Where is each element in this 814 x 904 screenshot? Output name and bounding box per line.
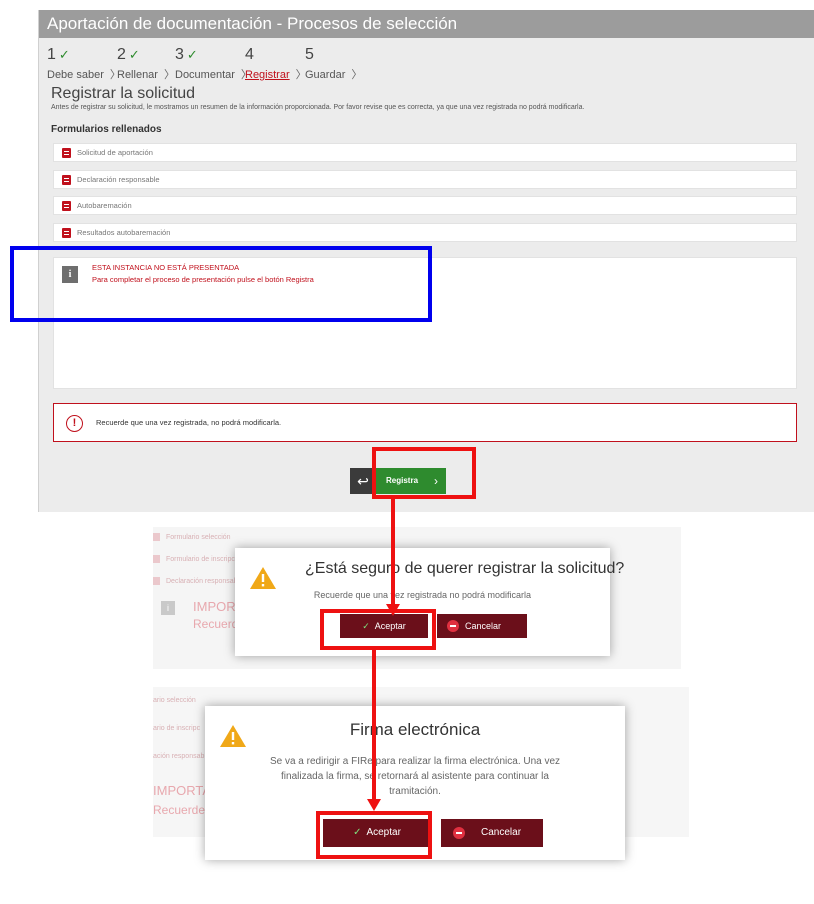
highlight-box-accept-1 <box>320 609 436 650</box>
arrow-head-icon <box>367 799 381 811</box>
page-title: Registrar la solicitud <box>51 85 196 102</box>
wizard-steps: 1 ✓ Debe saber 〉 2 ✓ Rellenar 〉 3 ✓ Documenta… <box>47 46 647 86</box>
form-item[interactable]: Autobaremación <box>53 196 797 215</box>
document-icon <box>62 228 71 239</box>
document-icon <box>153 533 160 541</box>
dialog-text: Se va a redirigir a FIRe para realizar l… <box>269 756 561 797</box>
arrow-head-icon <box>386 604 400 616</box>
form-item[interactable]: Declaración responsable <box>53 170 797 189</box>
forms-heading: Formularios rellenados <box>51 124 162 135</box>
step-guardar[interactable]: 5 Guardar 〉 <box>305 46 362 82</box>
minus-circle-icon <box>453 827 465 839</box>
cancel-button[interactable]: Cancelar <box>437 614 527 638</box>
step-registrar[interactable]: 4 Registrar 〉 <box>245 46 307 82</box>
step-debe-saber[interactable]: 1 ✓ Debe saber 〉 <box>47 46 121 82</box>
document-icon <box>62 175 71 186</box>
highlight-box-accept-2 <box>316 811 432 859</box>
minus-circle-icon <box>447 620 459 632</box>
dialog-title: ¿Está seguro de querer registrar la soli… <box>305 560 625 577</box>
dialog-title: Firma electrónica <box>349 720 481 739</box>
check-icon: ✓ <box>128 47 140 62</box>
warning-notice: ! Recuerde que una vez registrada, no po… <box>53 403 797 442</box>
flow-arrow <box>391 499 395 613</box>
dialog-text: Recuerde que una vez registrada no podrá… <box>313 590 532 600</box>
cancel-button[interactable]: Cancelar <box>441 819 543 847</box>
page-header: Aportación de documentación - Procesos d… <box>39 10 814 38</box>
back-arrow-icon: ↩ <box>357 473 369 489</box>
form-item[interactable]: Resultados autobaremación <box>53 223 797 242</box>
warning-icon <box>250 567 276 589</box>
warning-text: Recuerde que una vez registrada, no podr… <box>96 418 282 427</box>
highlight-box-blue <box>10 246 432 322</box>
alert-circle-icon: ! <box>66 415 83 432</box>
chevron-right-icon: 〉 <box>351 69 363 81</box>
document-icon <box>153 555 160 563</box>
form-item[interactable]: Solicitud de aportación <box>53 143 797 162</box>
document-icon <box>153 577 160 585</box>
chevron-right-icon: 〉 <box>163 69 175 81</box>
flow-arrow <box>372 650 376 807</box>
step-documentar[interactable]: 3 ✓ Documentar 〉 <box>175 46 252 82</box>
check-icon: ✓ <box>186 47 198 62</box>
highlight-box-registra <box>372 447 476 499</box>
document-icon <box>62 148 71 159</box>
page-description: Antes de registrar su solicitud, le most… <box>51 104 585 111</box>
check-icon: ✓ <box>58 47 70 62</box>
step-rellenar[interactable]: 2 ✓ Rellenar 〉 <box>117 46 175 82</box>
document-icon <box>62 201 71 212</box>
info-icon: i <box>161 601 175 615</box>
